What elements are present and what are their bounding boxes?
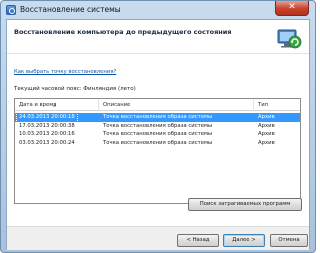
column-header-date[interactable]: Дата и время ▲ bbox=[15, 99, 99, 111]
table-row[interactable]: 24.03.2013 20:00:18 Точка восстановления… bbox=[15, 112, 300, 123]
sort-ascending-icon: ▲ bbox=[53, 102, 57, 107]
cancel-button[interactable]: Отмена bbox=[270, 234, 308, 247]
page-title: Восстановление компьютера до предыдущего… bbox=[14, 28, 232, 36]
back-button[interactable]: < Назад bbox=[177, 234, 219, 247]
table-row[interactable]: 03.03.2013 20:00:24 Точка восстановления… bbox=[15, 139, 300, 148]
column-label: Дата и время bbox=[19, 102, 57, 108]
column-header-type[interactable]: Тип bbox=[254, 99, 302, 111]
table-row[interactable]: 17.03.2013 20:00:38 Точка восстановления… bbox=[15, 122, 300, 131]
row-description: Точка восстановления образа системы bbox=[103, 139, 213, 146]
scan-affected-programs-button[interactable]: Поиск затрагиваемых программ bbox=[188, 198, 302, 211]
table-row[interactable]: 10.03.2013 20:00:16 Точка восстановления… bbox=[15, 130, 300, 139]
header-divider bbox=[7, 53, 309, 54]
system-restore-window: Восстановление системы ✕ Восстановление … bbox=[0, 0, 316, 253]
next-button[interactable]: Далее > bbox=[223, 234, 265, 247]
window-title: Восстановление системы bbox=[20, 5, 121, 14]
header-band: Восстановление компьютера до предыдущего… bbox=[7, 20, 309, 54]
row-type: Архив bbox=[258, 139, 275, 146]
system-restore-icon bbox=[277, 29, 302, 49]
timezone-label: Текущий часовой пояс: Финляндия (лето) bbox=[14, 86, 136, 92]
list-header: Дата и время ▲ Описание Тип bbox=[15, 99, 300, 111]
row-date: 17.03.2013 20:00:38 bbox=[19, 122, 75, 129]
row-date: 10.03.2013 20:00:16 bbox=[19, 131, 75, 137]
system-restore-icon bbox=[6, 5, 16, 15]
column-header-description[interactable]: Описание bbox=[99, 99, 254, 111]
dialog-body: Восстановление компьютера до предыдущего… bbox=[6, 19, 310, 250]
row-type: Архив bbox=[258, 122, 275, 129]
title-bar[interactable]: Восстановление системы ✕ bbox=[1, 1, 315, 19]
row-type: Архив bbox=[258, 114, 275, 120]
row-date: 24.03.2013 20:00:18 bbox=[16, 112, 78, 123]
row-date: 03.03.2013 20:00:24 bbox=[19, 139, 75, 146]
restore-points-list[interactable]: Дата и время ▲ Описание Тип 24.03.2013 2… bbox=[14, 98, 301, 204]
row-description: Точка восстановления образа системы bbox=[103, 131, 213, 137]
row-description: Точка восстановления образа системы bbox=[103, 114, 213, 120]
row-type: Архив bbox=[258, 131, 275, 137]
help-link[interactable]: Как выбрать точку восстановления? bbox=[14, 69, 116, 75]
close-button[interactable]: ✕ bbox=[275, 1, 309, 16]
row-description: Точка восстановления образа системы bbox=[103, 122, 213, 129]
